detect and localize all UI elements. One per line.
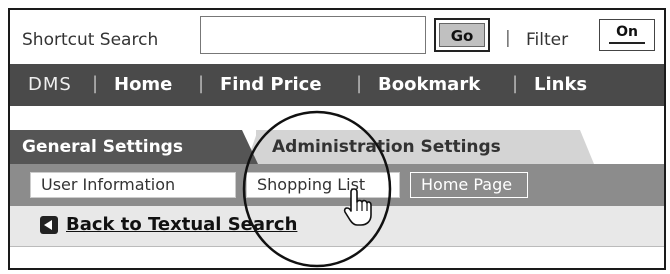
nav-item-home[interactable]: Home: [114, 74, 172, 95]
nav-separator: |: [92, 73, 99, 94]
filter-toggle-underline: [609, 42, 645, 44]
nav-item-find-price[interactable]: Find Price: [220, 74, 322, 95]
tab-administration-edge: [580, 130, 594, 164]
back-to-textual-search-link[interactable]: Back to Textual Search: [66, 214, 297, 235]
main-nav: DMS | Home | Find Price | Bookmark | Lin…: [10, 64, 664, 106]
subtab-home-page[interactable]: Home Page: [410, 172, 528, 198]
nav-separator: |: [512, 73, 519, 94]
back-arrow-icon[interactable]: [40, 216, 58, 234]
tab-administration-settings[interactable]: Administration Settings: [256, 130, 580, 164]
content-area: [10, 246, 664, 268]
subtab-shopping-list[interactable]: Shopping List: [246, 172, 400, 198]
tab-general-edge: [242, 130, 258, 164]
go-button-label: Go: [439, 23, 485, 47]
filter-toggle-label: On: [616, 24, 638, 40]
nav-separator: |: [356, 73, 363, 94]
search-bar: Shortcut Search Go | Filter On: [10, 10, 664, 64]
filter-label: Filter: [526, 30, 569, 50]
nav-brand[interactable]: DMS: [28, 74, 72, 95]
settings-tabs: Administration Settings General Settings: [10, 106, 664, 164]
go-button[interactable]: Go: [434, 18, 490, 52]
app-frame: Shortcut Search Go | Filter On DMS | Hom…: [8, 8, 666, 270]
tab-general-settings[interactable]: General Settings: [10, 130, 242, 164]
nav-separator: |: [198, 73, 205, 94]
filter-separator: |: [505, 28, 511, 48]
nav-item-links[interactable]: Links: [534, 74, 587, 95]
sub-tab-bar: User Information Shopping List Home Page: [10, 164, 664, 206]
subtab-user-information[interactable]: User Information: [30, 172, 236, 198]
search-label: Shortcut Search: [22, 30, 159, 50]
back-link-row: Back to Textual Search: [10, 206, 664, 246]
nav-item-bookmark[interactable]: Bookmark: [378, 74, 480, 95]
search-input[interactable]: [200, 16, 426, 54]
tab-label: General Settings: [22, 137, 183, 157]
filter-toggle-button[interactable]: On: [599, 19, 655, 51]
tab-label: Administration Settings: [272, 137, 501, 157]
